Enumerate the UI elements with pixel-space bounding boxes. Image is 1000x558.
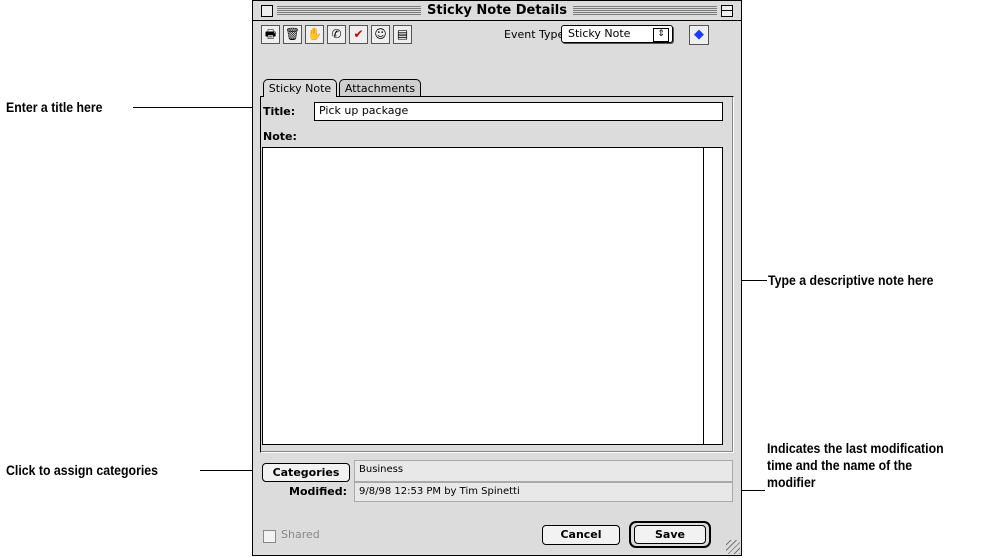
event-type-popup[interactable]: Sticky Note ⇕ xyxy=(561,25,673,43)
phone-icon[interactable]: ✆ xyxy=(327,25,346,44)
modified-label: Modified: xyxy=(289,485,348,498)
callout-modified-line1: Indicates the last modification xyxy=(767,440,944,456)
printer-icon[interactable]: 🖶 xyxy=(261,25,280,44)
categories-value: Business xyxy=(354,460,733,482)
notepad-icon[interactable]: ▤ xyxy=(393,25,412,44)
zoom-box[interactable] xyxy=(721,5,733,17)
categories-button[interactable]: Categories xyxy=(262,463,350,482)
event-type-value: Sticky Note xyxy=(568,27,631,40)
handshake-icon[interactable]: ✋ xyxy=(305,25,324,44)
callout-modified-line2: time and the name of the xyxy=(767,457,913,473)
callout-title: Enter a title here xyxy=(6,99,103,115)
save-button[interactable]: Save xyxy=(634,525,706,544)
note-scrollbar[interactable] xyxy=(703,148,722,444)
window-title: Sticky Note Details xyxy=(421,3,573,18)
note-textarea[interactable] xyxy=(262,147,723,445)
callout-modified-line3: modifier xyxy=(767,474,816,490)
shared-checkbox[interactable] xyxy=(263,530,276,543)
title-label: Title: xyxy=(263,105,296,118)
tab-attachments[interactable]: Attachments xyxy=(339,79,421,97)
callout-categories: Click to assign categories xyxy=(6,462,159,478)
sticky-note-details-window: Sticky Note Details 🖶 🗑 ✋ ✆ ✔ ☺ ▤ Event … xyxy=(252,0,742,556)
cancel-button[interactable]: Cancel xyxy=(542,525,620,545)
title-bar[interactable]: Sticky Note Details xyxy=(253,1,741,21)
callout-note: Type a descriptive note here xyxy=(768,272,934,288)
modified-value: 9/8/98 12:53 PM by Tim Spinetti xyxy=(354,482,733,502)
note-label: Note: xyxy=(263,130,297,143)
resize-grip-icon[interactable] xyxy=(726,540,740,554)
help-icon[interactable]: ◆ xyxy=(689,25,709,45)
trash-icon[interactable]: 🗑 xyxy=(283,25,302,44)
tab-sticky-note[interactable]: Sticky Note xyxy=(263,79,337,97)
title-field[interactable]: Pick up package xyxy=(314,102,723,121)
shared-label: Shared xyxy=(281,528,320,541)
event-type-label: Event Type: xyxy=(504,28,568,41)
contact-card-icon[interactable]: ☺ xyxy=(371,25,390,44)
popup-arrows-icon: ⇕ xyxy=(653,28,669,42)
checkmark-icon[interactable]: ✔ xyxy=(349,25,368,44)
callout-title-line xyxy=(133,107,269,108)
